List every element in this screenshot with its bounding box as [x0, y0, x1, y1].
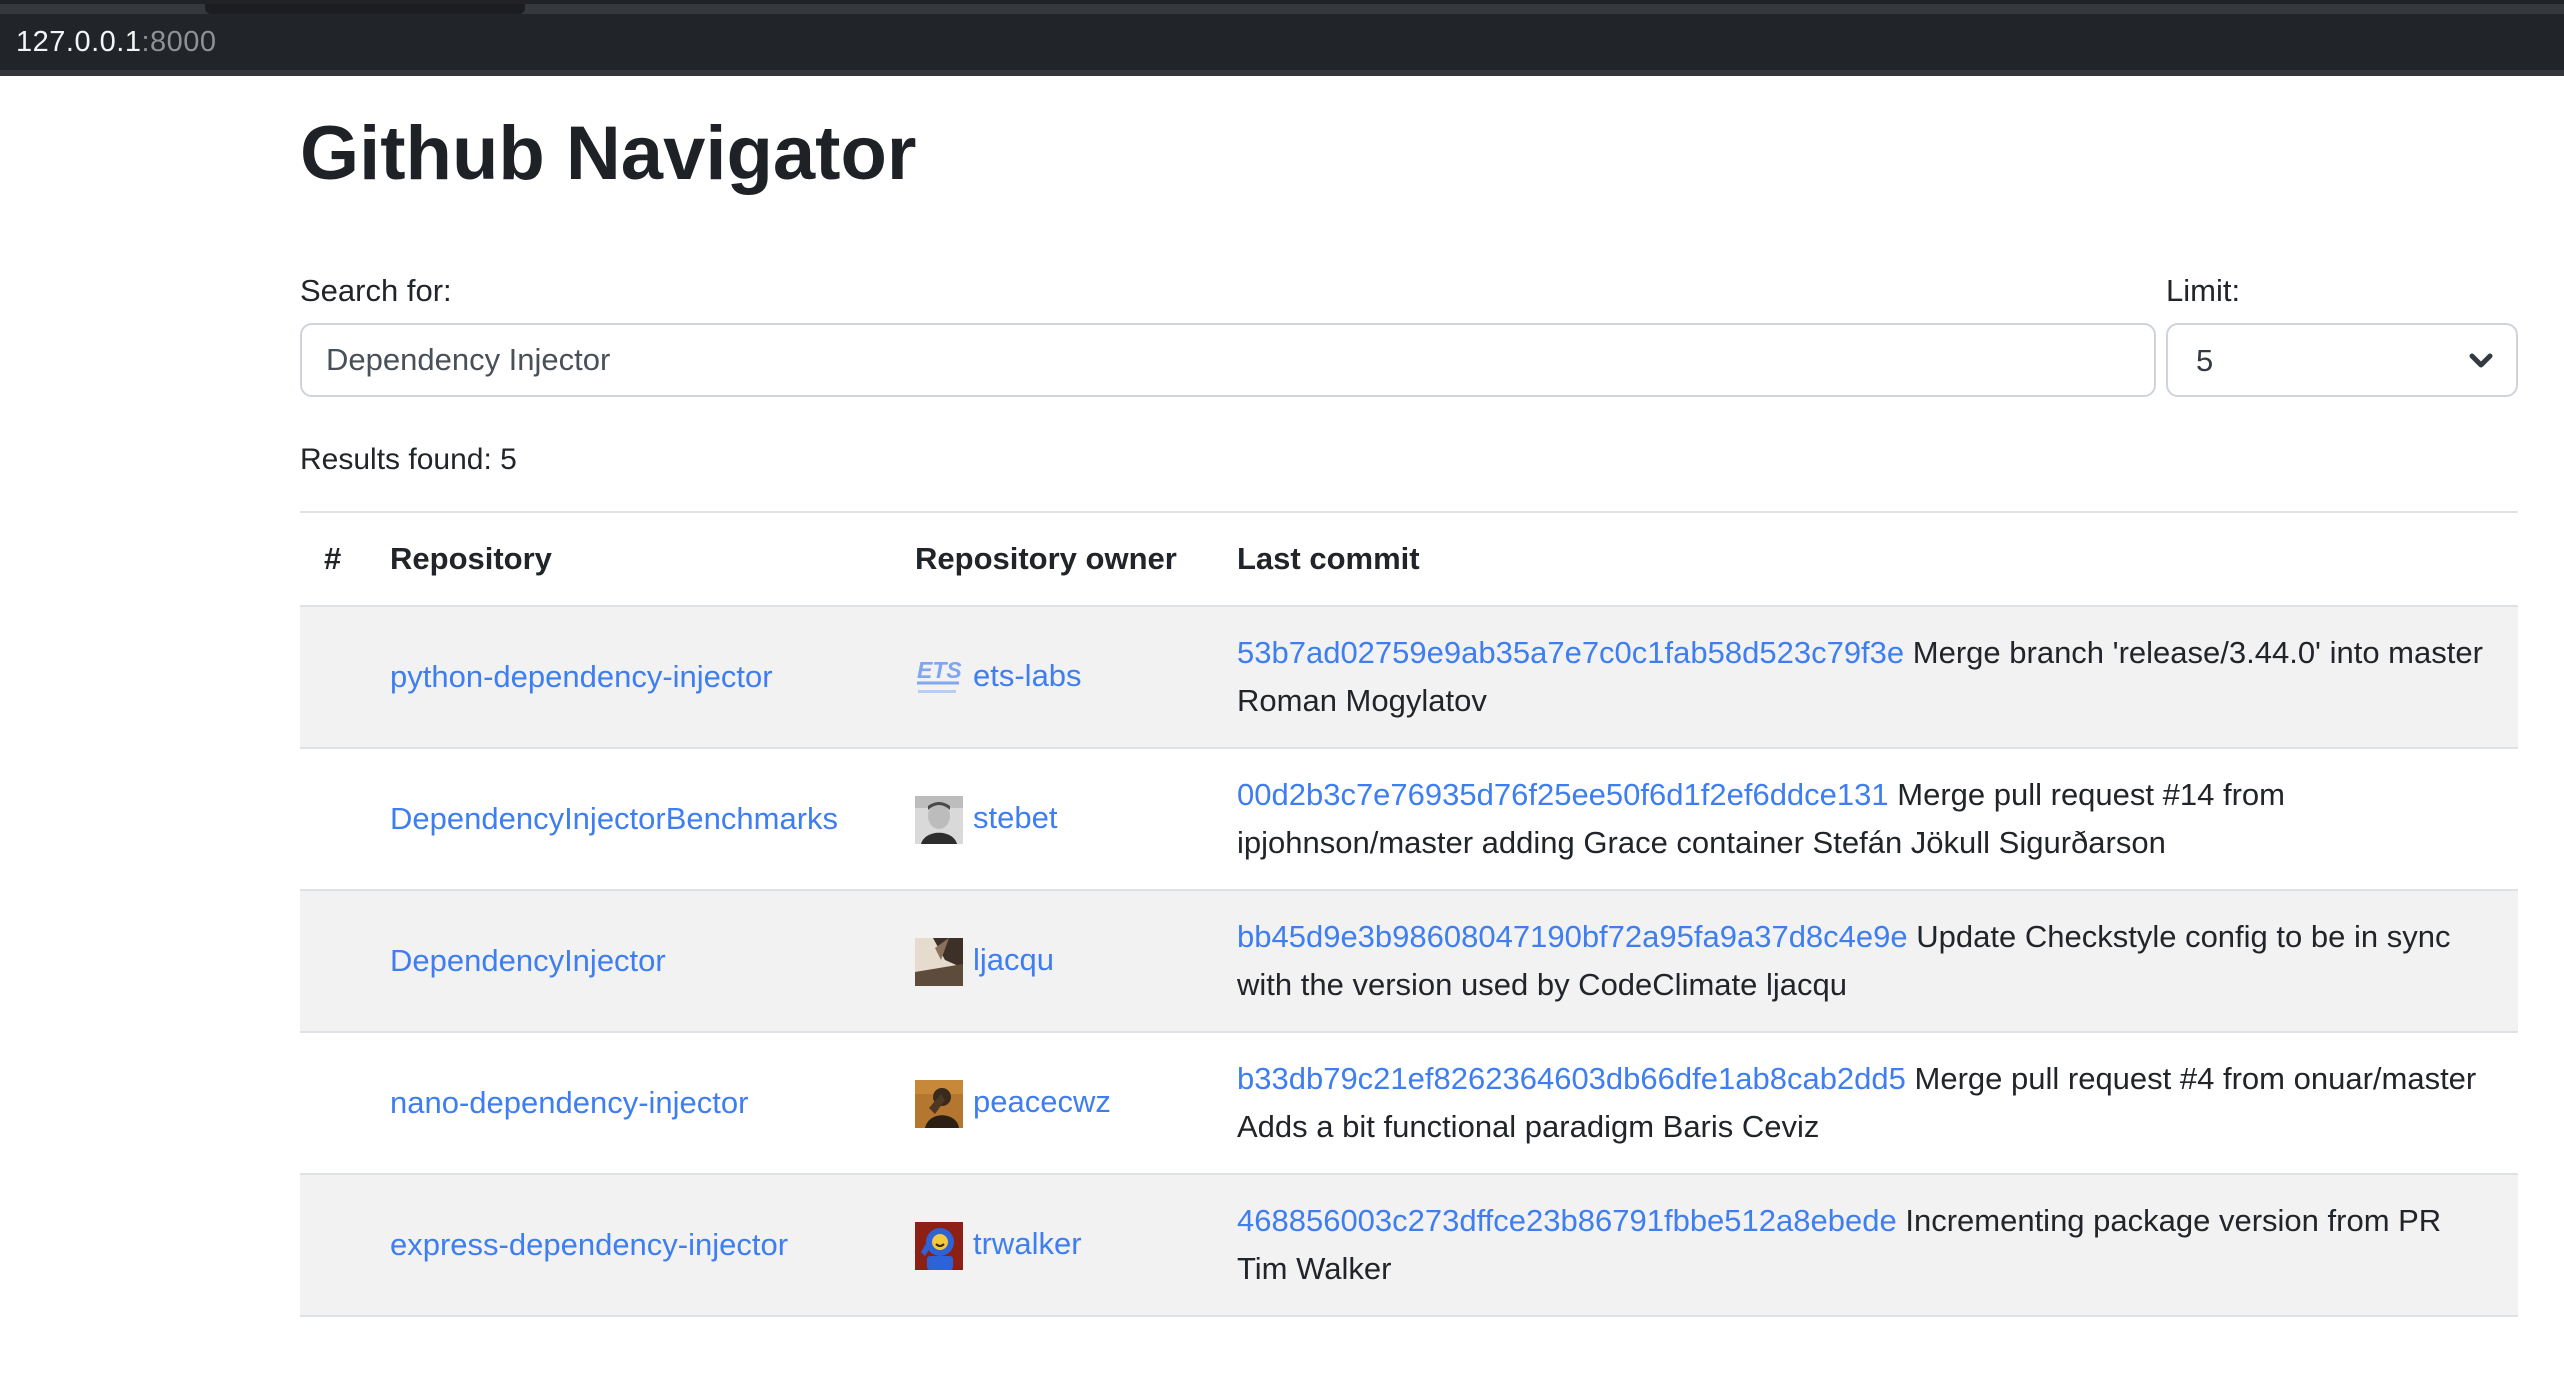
- avatar-ljacqu-photo: [915, 938, 963, 986]
- browser-tab-strip: [0, 4, 2564, 14]
- row-index: [300, 890, 366, 1032]
- commit-sha-link[interactable]: bb45d9e3b98608047190bf72a95fa9a37d8c4e9e: [1237, 919, 1908, 954]
- column-header-repository: Repository: [366, 512, 891, 606]
- url-host: 127.0.0.1: [16, 26, 141, 59]
- column-header-index: #: [300, 512, 366, 606]
- owner-link[interactable]: peacecwz: [973, 1084, 1111, 1119]
- results-summary: Results found: 5: [300, 443, 2518, 477]
- owner-link[interactable]: ljacqu: [973, 942, 1054, 977]
- address-bar[interactable]: 127.0.0.1:8000: [0, 14, 2564, 70]
- column-header-owner: Repository owner: [891, 512, 1213, 606]
- commit-sha-link[interactable]: b33db79c21ef8262364603db66dfe1ab8cab2dd5: [1237, 1061, 1906, 1096]
- table-row: nano-dependency-injector peacecwz b33db7…: [300, 1032, 2518, 1174]
- search-form: Search for: Limit: 5: [300, 273, 2518, 397]
- browser-top-bar: 127.0.0.1:8000: [0, 0, 2564, 76]
- owner-link[interactable]: stebet: [973, 800, 1057, 835]
- table-row: DependencyInjectorBenchmarks stebet 00d2…: [300, 748, 2518, 890]
- repository-link[interactable]: DependencyInjectorBenchmarks: [390, 801, 838, 836]
- repository-link[interactable]: python-dependency-injector: [390, 659, 773, 694]
- repository-link[interactable]: DependencyInjector: [390, 943, 666, 978]
- avatar-stebet-photo: [915, 796, 963, 844]
- search-input[interactable]: [300, 323, 2156, 397]
- svg-text:ETS: ETS: [917, 657, 962, 683]
- limit-label: Limit:: [2166, 273, 2518, 309]
- table-row: DependencyInjector ljacqu bb45d9e3b98608…: [300, 890, 2518, 1032]
- row-index: [300, 748, 366, 890]
- search-field-group: Search for:: [300, 273, 2156, 397]
- limit-field-group: Limit: 5: [2166, 273, 2518, 397]
- table-row: express-dependency-injector trwalker: [300, 1174, 2518, 1316]
- table-header-row: # Repository Repository owner Last commi…: [300, 512, 2518, 606]
- page-title: Github Navigator: [300, 108, 2518, 199]
- topbar-bottom-strip: [0, 70, 2564, 76]
- owner-link[interactable]: trwalker: [973, 1226, 1082, 1261]
- commit-sha-link[interactable]: 468856003c273dffce23b86791fbbe512a8ebede: [1237, 1203, 1897, 1238]
- column-header-last-commit: Last commit: [1213, 512, 2518, 606]
- page-content: Github Navigator Search for: Limit: 5 Re…: [0, 76, 2564, 1317]
- row-index: [300, 1174, 366, 1316]
- row-index: [300, 1032, 366, 1174]
- repository-link[interactable]: express-dependency-injector: [390, 1227, 788, 1262]
- url-port: :8000: [141, 26, 216, 59]
- limit-select[interactable]: 5: [2166, 323, 2518, 397]
- avatar-trwalker-lego-astronaut: [915, 1222, 963, 1270]
- commit-sha-link[interactable]: 53b7ad02759e9ab35a7e7c0c1fab58d523c79f3e: [1237, 635, 1904, 670]
- repository-link[interactable]: nano-dependency-injector: [390, 1085, 748, 1120]
- table-row: python-dependency-injector ETS ets-labs …: [300, 606, 2518, 748]
- results-table: # Repository Repository owner Last commi…: [300, 511, 2518, 1317]
- search-label: Search for:: [300, 273, 2156, 309]
- avatar-peacecwz-photo: [915, 1080, 963, 1128]
- owner-link[interactable]: ets-labs: [973, 658, 1082, 693]
- browser-tab-notch: [205, 4, 525, 14]
- row-index: [300, 606, 366, 748]
- commit-sha-link[interactable]: 00d2b3c7e76935d76f25ee50f6d1f2ef6ddce131: [1237, 777, 1889, 812]
- avatar-ets-labs-logo: ETS: [915, 654, 963, 702]
